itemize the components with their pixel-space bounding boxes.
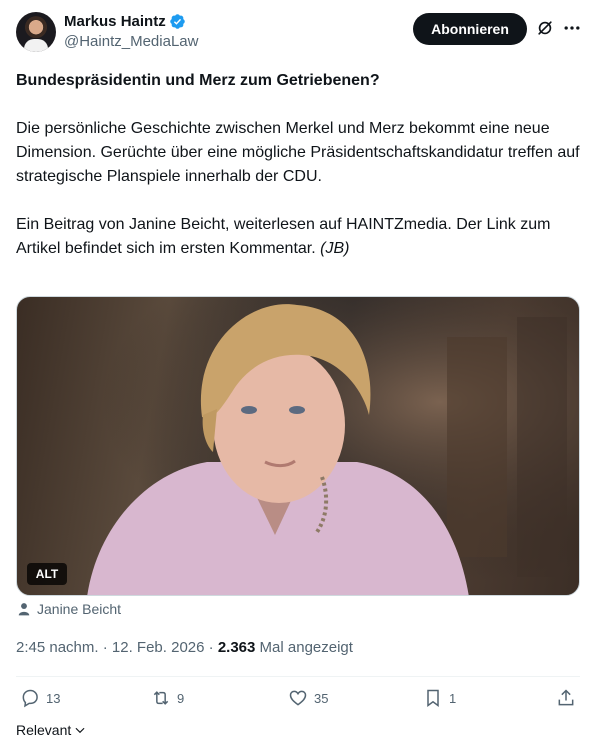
meta-separator: · bbox=[102, 639, 108, 656]
author-handle[interactable]: @Haintz_MediaLaw bbox=[64, 33, 198, 50]
post-header: Markus Haintz @Haintz_MediaLaw Abonniere… bbox=[16, 12, 580, 54]
views-count: 2.363 bbox=[217, 639, 256, 656]
bookmark-icon bbox=[427, 689, 439, 707]
heart-icon bbox=[289, 690, 307, 706]
like-button[interactable]: 35 bbox=[288, 688, 328, 708]
post-paragraph-2: Ein Beitrag von Janine Beicht, weiterles… bbox=[16, 213, 582, 261]
post-paragraph-1: Die persönliche Geschichte zwischen Merk… bbox=[16, 120, 580, 185]
repost-count: 9 bbox=[177, 690, 185, 706]
bookmark-button[interactable]: 1 bbox=[423, 688, 456, 708]
post-text: Bundespräsidentin und Merz zum Getrieben… bbox=[16, 69, 582, 261]
portrait-illustration bbox=[17, 297, 579, 595]
reply-button[interactable]: 13 bbox=[20, 688, 60, 708]
tagged-user-name: Janine Beicht bbox=[37, 601, 122, 617]
author-name[interactable]: Markus Haintz bbox=[64, 13, 166, 30]
like-count: 35 bbox=[314, 690, 329, 706]
author-name-row: Markus Haintz bbox=[64, 13, 186, 30]
alt-badge[interactable]: ALT bbox=[27, 563, 67, 585]
post-paragraph-2-main: Ein Beitrag von Janine Beicht, weiterles… bbox=[16, 216, 551, 257]
sort-dropdown[interactable]: Relevant bbox=[16, 722, 87, 738]
reply-icon bbox=[22, 689, 38, 708]
action-bar: 13 9 35 1 bbox=[16, 688, 580, 712]
grok-icon[interactable] bbox=[535, 18, 555, 38]
more-options-icon[interactable] bbox=[562, 18, 582, 38]
avatar[interactable] bbox=[16, 12, 56, 52]
post-title: Bundespräsidentin und Merz zum Getrieben… bbox=[16, 72, 380, 89]
bookmark-count: 1 bbox=[449, 690, 457, 706]
divider bbox=[16, 676, 580, 677]
sort-label: Relevant bbox=[16, 722, 72, 738]
share-icon bbox=[558, 689, 574, 706]
post-time[interactable]: 2:45 nachm. bbox=[16, 639, 99, 656]
verified-badge-icon bbox=[169, 14, 185, 29]
follow-button[interactable]: Abonnieren bbox=[413, 13, 527, 45]
views-label: Mal angezeigt bbox=[259, 639, 353, 656]
chevron-down-icon bbox=[75, 727, 85, 734]
repost-button[interactable]: 9 bbox=[151, 688, 184, 708]
reply-count: 13 bbox=[46, 690, 61, 706]
post-signature: (JB) bbox=[320, 240, 350, 257]
person-icon bbox=[18, 603, 30, 616]
post-image[interactable] bbox=[16, 296, 580, 596]
post-date[interactable]: 12. Feb. 2026 bbox=[112, 639, 205, 656]
post-meta: 2:45 nachm. · 12. Feb. 2026 · 2.363 Mal … bbox=[16, 639, 353, 656]
meta-separator: · bbox=[208, 639, 214, 656]
tagged-user[interactable]: Janine Beicht bbox=[17, 601, 121, 617]
repost-icon bbox=[153, 691, 169, 705]
share-button[interactable] bbox=[556, 688, 576, 708]
